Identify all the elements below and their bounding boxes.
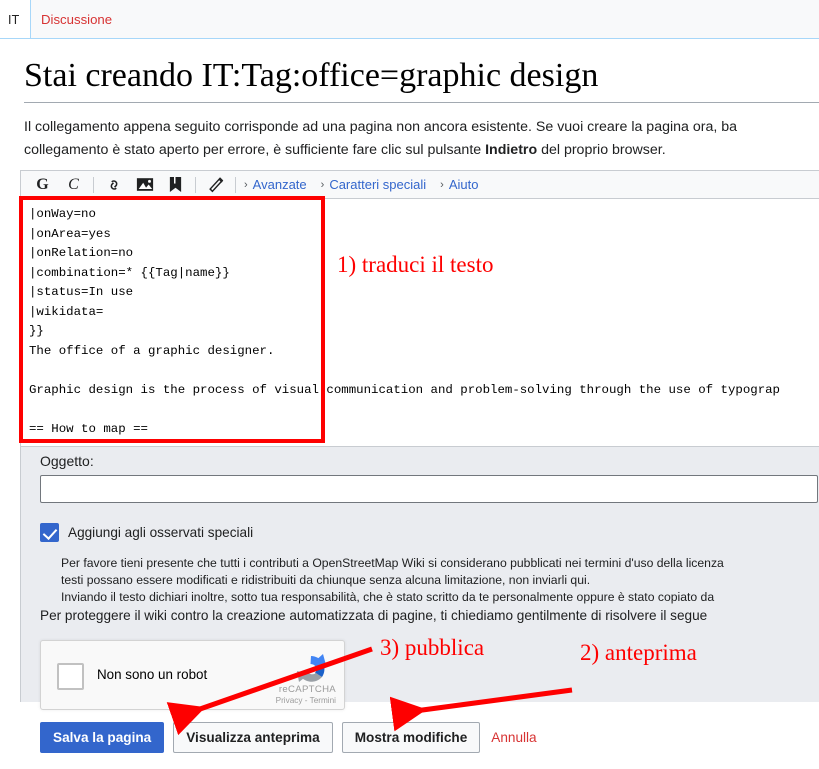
toolbar-separator-3 — [235, 176, 236, 193]
recaptcha-privacy-link[interactable]: Privacy — [276, 696, 303, 705]
italic-icon[interactable]: C — [58, 172, 89, 198]
intro-line-2-post: del proprio browser. — [537, 142, 666, 158]
namespace-tabbar: IT Discussione — [0, 0, 819, 39]
page-title: Stai creando IT:Tag:office=graphic desig… — [24, 57, 599, 94]
image-icon[interactable] — [129, 172, 160, 198]
signature-icon[interactable] — [200, 172, 231, 198]
tab-discussione-label: Discussione — [41, 11, 113, 27]
recaptcha-links: Privacy - Termini — [276, 696, 336, 705]
save-button[interactable]: Salva la pagina — [40, 722, 165, 753]
cancel-link[interactable]: Annulla — [491, 730, 536, 745]
recaptcha-terms-link[interactable]: Termini — [310, 696, 336, 705]
copyright-line-2: testi possano essere modificati e ridist… — [61, 573, 591, 587]
chevron-right-icon-advanced: › — [244, 178, 248, 191]
toolbar-special-chars-button[interactable]: Caratteri speciali — [329, 177, 426, 192]
intro-paragraph: Il collegamento appena seguito corrispon… — [24, 116, 819, 162]
copyright-line-3: Inviando il testo dichiari inoltre, sott… — [61, 590, 715, 604]
reference-icon[interactable] — [160, 172, 191, 198]
summary-label: Oggetto: — [40, 453, 94, 469]
toolbar-separator-1 — [93, 176, 94, 193]
chevron-right-icon-help: › — [440, 178, 444, 191]
edit-actions: Salva la pagina Visualizza anteprima Mos… — [40, 722, 537, 753]
recaptcha-label: Non sono un robot — [97, 667, 208, 682]
tab-discussione[interactable]: Discussione — [30, 0, 124, 38]
tab-namespace-it[interactable]: IT — [8, 13, 20, 27]
editor-toolbar: G C › Avanzate › Caratteri speciali › Ai… — [21, 171, 819, 199]
recaptcha-brand: reCAPTCHA — [278, 684, 336, 695]
watchlist-checkbox[interactable] — [40, 523, 59, 542]
intro-back-button-word: Indietro — [485, 142, 538, 158]
watchlist-row[interactable]: Aggiungi agli osservati speciali — [40, 523, 253, 542]
copyright-line-1: Per favore tieni presente che tutti i co… — [61, 556, 724, 570]
copyright-warning: Per favore tieni presente che tutti i co… — [61, 555, 819, 606]
toolbar-advanced-button[interactable]: Avanzate — [253, 177, 307, 192]
preview-button[interactable]: Visualizza anteprima — [173, 722, 333, 753]
toolbar-separator-2 — [195, 176, 196, 193]
link-icon[interactable] — [98, 172, 129, 198]
summary-input[interactable] — [40, 475, 818, 503]
recaptcha-checkbox[interactable] — [57, 663, 84, 690]
intro-line-2: collegamento è stato aperto per errore, … — [24, 139, 819, 162]
chevron-right-icon-special: › — [320, 178, 325, 191]
captcha-prompt: Per proteggere il wiki contro la creazio… — [40, 608, 708, 623]
recaptcha-widget[interactable]: Non sono un robot reCAPTCHA Privacy - Te… — [40, 640, 345, 710]
wikitext-editor: G C › Avanzate › Caratteri speciali › Ai… — [20, 170, 819, 447]
recaptcha-separator: - — [304, 696, 308, 705]
bold-icon[interactable]: G — [27, 172, 58, 198]
toolbar-menu-group: › Avanzate › Caratteri speciali › Aiuto — [244, 177, 492, 192]
toolbar-help-button[interactable]: Aiuto — [449, 177, 479, 192]
watchlist-label: Aggiungi agli osservati speciali — [68, 525, 254, 540]
show-changes-button[interactable]: Mostra modifiche — [341, 722, 481, 753]
intro-line-1: Il collegamento appena seguito corrispon… — [24, 119, 738, 135]
wiki-edit-page: IT Discussione Stai creando IT:Tag:offic… — [0, 0, 819, 769]
wikitext-textarea[interactable]: |onWay=no |onArea=yes |onRelation=no |co… — [21, 199, 819, 447]
tabbar-filler — [121, 0, 819, 38]
intro-line-2-pre: collegamento è stato aperto per errore, … — [24, 142, 486, 158]
heading-divider — [24, 102, 819, 103]
